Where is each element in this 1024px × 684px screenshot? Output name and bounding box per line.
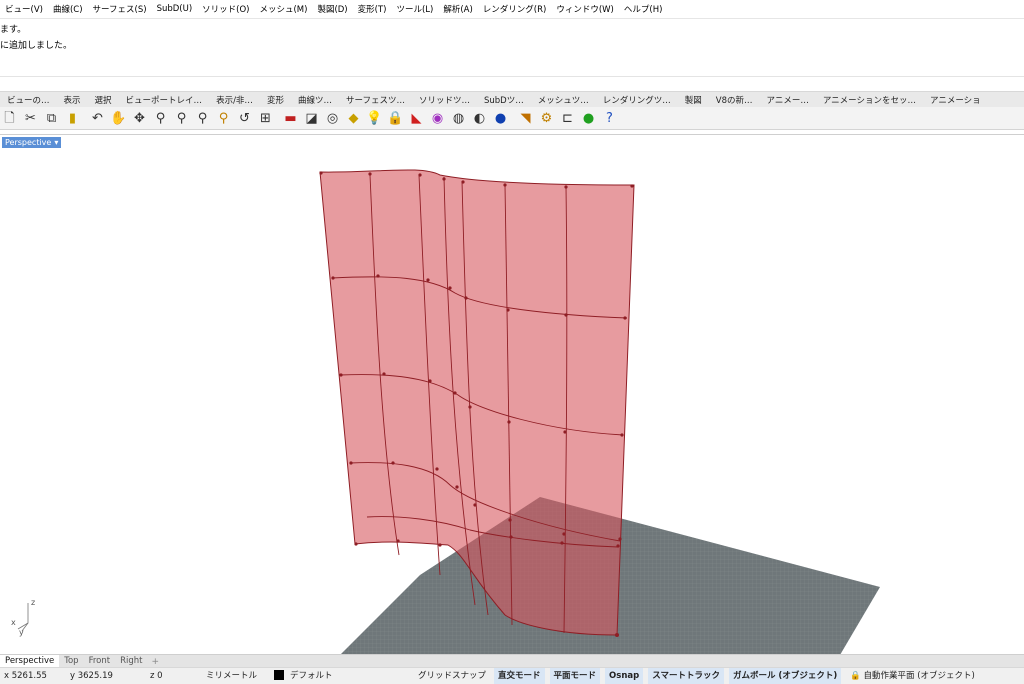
status-y-coordinate: y 3625.19 [70, 671, 113, 681]
sphere-icon[interactable]: ● [491, 109, 510, 128]
gumball-toggle[interactable]: ガムボール (オブジェクト) [728, 668, 842, 684]
osnap-toggle[interactable]: Osnap [605, 668, 644, 684]
tab-select[interactable]: 選択 [88, 94, 119, 106]
tab-mesh-tools[interactable]: メッシュツ… [531, 94, 596, 106]
tab-animation[interactable]: アニメー… [760, 94, 816, 106]
viewport-tabs: Perspective Top Front Right + [0, 654, 1024, 668]
standard-toolbar: 🗋 ✂ ⧉ ▮ ↶ ✋ ✥ ⚲ ⚲ ⚲ ⚲ ↺ ⊞ ▬ ◪ ◎ ◆ 💡 🔒 ◣ … [0, 107, 1024, 130]
settings-icon[interactable]: ⚙ [537, 109, 556, 128]
render-icon[interactable]: ◐ [470, 109, 489, 128]
tab-viewport-layout[interactable]: ビューポートレイ… [119, 94, 210, 106]
smarttrack-toggle[interactable]: スマートトラック [648, 668, 724, 684]
tab-animation-2[interactable]: アニメーショ [923, 94, 988, 106]
tab-v8-new[interactable]: V8の新… [709, 94, 760, 106]
world-axis-widget [17, 603, 29, 632]
help-icon[interactable]: ? [600, 109, 619, 128]
auto-cplane-toggle[interactable]: 🔒 自動作業平面 (オブジェクト) [846, 668, 979, 684]
axis-label-z: z [31, 598, 35, 607]
status-layer-label: デフォルト [290, 671, 333, 681]
tab-transform[interactable]: 変形 [260, 94, 291, 106]
green-globe-icon[interactable]: ● [579, 109, 598, 128]
tab-visibility[interactable]: 表示/非… [209, 94, 260, 106]
tab-surface-tools[interactable]: サーフェスツ… [339, 94, 412, 106]
axis-label-x: x [11, 618, 16, 627]
copy-icon[interactable]: ⧉ [42, 109, 61, 128]
tab-solid-tools[interactable]: ソリッドツ… [412, 94, 477, 106]
command-history: ます。 に追加しました。 [0, 22, 1024, 72]
command-divider [0, 76, 1024, 77]
menu-solid[interactable]: ソリッド(O) [197, 3, 254, 15]
grid-snap-toggle[interactable]: グリッドスナップ [414, 668, 490, 684]
tab-view[interactable]: ビューの… [0, 94, 57, 106]
new-file-icon[interactable]: 🗋 [0, 109, 19, 128]
dimension-icon[interactable]: ⊏ [558, 109, 577, 128]
lock-icon: 🔒 [850, 671, 861, 681]
color-wheel-icon[interactable]: ◉ [428, 109, 447, 128]
planar-toggle[interactable]: 平面モード [549, 668, 601, 684]
menu-dimension[interactable]: 製図(D) [312, 3, 352, 15]
command-history-line: に追加しました。 [0, 41, 73, 51]
undo-icon[interactable]: ↶ [88, 109, 107, 128]
four-viewports-icon[interactable]: ⊞ [256, 109, 275, 128]
rotate-view-icon[interactable]: ✥ [130, 109, 149, 128]
undo-view-icon[interactable]: ↺ [235, 109, 254, 128]
camera-icon[interactable]: ◪ [302, 109, 321, 128]
tab-subd-tools[interactable]: SubDツ… [477, 94, 531, 106]
car-icon[interactable]: ▬ [281, 109, 300, 128]
menu-render[interactable]: レンダリング(R) [478, 3, 552, 15]
status-bar: x 5261.55 y 3625.19 z 0 ミリメートル デフォルト グリッ… [0, 667, 1024, 684]
menu-help[interactable]: ヘルプ(H) [619, 3, 668, 15]
status-layer[interactable]: デフォルト [270, 668, 414, 684]
menu-mesh[interactable]: メッシュ(M) [254, 3, 312, 15]
menu-view[interactable]: ビュー(V) [0, 3, 48, 15]
toolbar-tabs: ビューの… 表示 選択 ビューポートレイ… 表示/非… 変形 曲線ツ… サーフェ… [0, 91, 1024, 108]
menu-subd[interactable]: SubD(U) [152, 4, 198, 14]
menu-transform[interactable]: 変形(T) [353, 3, 392, 15]
tab-curve-tools[interactable]: 曲線ツ… [291, 94, 339, 106]
globe-icon[interactable]: ◍ [449, 109, 468, 128]
axis-label-y: y [19, 628, 24, 637]
menubar: ビュー(V) 曲線(C) サーフェス(S) SubD(U) ソリッド(O) メッ… [0, 0, 1024, 19]
menu-window[interactable]: ウィンドウ(W) [551, 3, 619, 15]
lock-icon[interactable]: 🔒 [386, 109, 405, 128]
target-icon[interactable]: ◎ [323, 109, 342, 128]
light-bulb-icon[interactable]: 💡 [365, 109, 384, 128]
pan-hand-icon[interactable]: ✋ [109, 109, 128, 128]
zoom-window-icon[interactable]: ⚲ [172, 109, 191, 128]
tab-animation-setup[interactable]: アニメーションをセッ… [816, 94, 923, 106]
gumball-icon[interactable]: ◥ [516, 109, 535, 128]
viewport-canvas: z x y [11, 169, 880, 655]
ortho-toggle[interactable]: 直交モード [494, 668, 545, 684]
add-viewport-tab-button[interactable]: + [147, 657, 163, 667]
menu-tools[interactable]: ツール(L) [391, 3, 438, 15]
menu-curve[interactable]: 曲線(C) [48, 3, 88, 15]
perspective-viewport[interactable]: Perspective ▾ z x y [0, 134, 1024, 655]
layer-icon[interactable]: ◆ [344, 109, 363, 128]
material-icon[interactable]: ◣ [407, 109, 426, 128]
menu-surface[interactable]: サーフェス(S) [88, 3, 152, 15]
status-z-coordinate: z 0 [150, 671, 163, 681]
paste-icon[interactable]: ▮ [63, 109, 82, 128]
cut-icon[interactable]: ✂ [21, 109, 40, 128]
layer-color-swatch [274, 670, 284, 680]
command-history-line: ます。 [0, 25, 27, 35]
zoom-extents-icon[interactable]: ⚲ [193, 109, 212, 128]
auto-cplane-label: 自動作業平面 (オブジェクト) [863, 671, 975, 681]
status-units[interactable]: ミリメートル [202, 668, 270, 684]
nurbs-surface[interactable] [319, 169, 635, 636]
zoom-icon[interactable]: ⚲ [151, 109, 170, 128]
tab-render-tools[interactable]: レンダリングツ… [596, 94, 678, 106]
zoom-selected-icon[interactable]: ⚲ [214, 109, 233, 128]
tab-drafting[interactable]: 製図 [678, 94, 709, 106]
tab-display[interactable]: 表示 [57, 94, 88, 106]
status-x-coordinate: x 5261.55 [4, 671, 47, 681]
menu-analyze[interactable]: 解析(A) [438, 3, 477, 15]
